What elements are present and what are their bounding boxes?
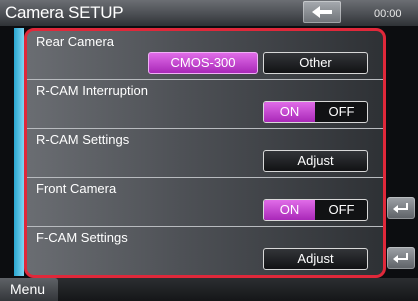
row-label: Front Camera xyxy=(36,181,117,196)
return-button[interactable] xyxy=(387,197,415,219)
clock: 00:00 xyxy=(374,8,402,20)
menu-label: Menu xyxy=(10,281,46,297)
row-label: R-CAM Interruption xyxy=(36,83,148,98)
return-icon xyxy=(393,203,408,213)
cmos-300-button[interactable]: CMOS-300 xyxy=(148,52,258,74)
row-rear-camera: Rear Camera CMOS-300 Other xyxy=(27,31,383,80)
footer-bar xyxy=(0,278,418,301)
front-camera-toggle[interactable]: ON OFF xyxy=(263,199,368,221)
menu-button[interactable]: Menu xyxy=(0,278,58,301)
back-button[interactable] xyxy=(303,1,341,23)
on-option[interactable]: ON xyxy=(264,200,315,220)
page-title: Camera SETUP xyxy=(5,3,124,22)
row-rcam-interruption: R-CAM Interruption ON OFF xyxy=(27,80,383,129)
return-button[interactable] xyxy=(387,247,415,269)
scroll-indicator xyxy=(14,28,24,276)
row-label: Rear Camera xyxy=(36,34,115,49)
off-option[interactable]: OFF xyxy=(316,102,367,122)
row-label: F-CAM Settings xyxy=(36,230,128,245)
on-option[interactable]: ON xyxy=(264,102,315,122)
other-button[interactable]: Other xyxy=(263,52,368,74)
back-arrow-icon xyxy=(312,6,332,18)
rcam-adjust-button[interactable]: Adjust xyxy=(263,150,368,172)
fcam-adjust-button[interactable]: Adjust xyxy=(263,248,368,270)
row-label: R-CAM Settings xyxy=(36,132,130,147)
off-option[interactable]: OFF xyxy=(316,200,367,220)
rcam-interruption-toggle[interactable]: ON OFF xyxy=(263,101,368,123)
row-fcam-settings: F-CAM Settings Adjust xyxy=(27,227,383,275)
row-rcam-settings: R-CAM Settings Adjust xyxy=(27,129,383,178)
settings-panel: Rear Camera CMOS-300 Other R-CAM Interru… xyxy=(24,28,386,278)
row-front-camera: Front Camera ON OFF xyxy=(27,178,383,227)
return-icon xyxy=(393,253,408,263)
title-bar: Camera SETUP 00:00 xyxy=(0,0,418,26)
